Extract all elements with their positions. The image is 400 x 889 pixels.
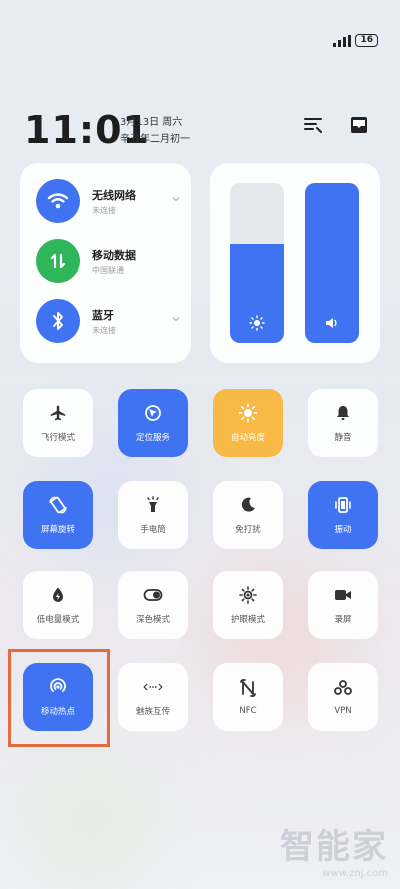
- tile-label: 自动亮度: [230, 433, 265, 443]
- slider-panel: [210, 163, 380, 363]
- tile-label: 低电量模式: [36, 615, 80, 625]
- tile-label: 免打扰: [235, 525, 261, 535]
- highlight-box: [8, 649, 110, 747]
- clock-date: 3月13日 周六 辛丑年二月初一: [120, 114, 190, 148]
- edit-list-icon[interactable]: [302, 114, 324, 136]
- rotate-icon: [48, 495, 68, 515]
- bluetooth-toggle[interactable]: 蓝牙 未连接: [36, 299, 180, 343]
- bell-icon: [333, 403, 353, 423]
- tile-label: 护眼模式: [230, 615, 265, 625]
- tile-label: VPN: [334, 706, 352, 716]
- tile-label: 手电筒: [140, 525, 166, 535]
- sun-icon: [238, 403, 258, 423]
- vpn-icon: [333, 678, 353, 698]
- bluetooth-label: 蓝牙: [92, 308, 114, 322]
- background-blob: [30, 760, 150, 880]
- share-icon: [143, 677, 163, 697]
- tile-moon[interactable]: 免打扰: [213, 481, 283, 549]
- lunar-date-text: 辛丑年二月初一: [120, 134, 190, 145]
- wifi-label: 无线网络: [92, 188, 136, 202]
- bluetooth-icon: [36, 299, 80, 343]
- nfc-icon: [238, 678, 258, 698]
- mobile-data-toggle[interactable]: 移动数据 中国联通: [36, 239, 136, 283]
- watermark: 智能家 www.znj.com: [280, 819, 388, 879]
- tile-label: 定位服务: [135, 433, 170, 443]
- tile-vpn[interactable]: VPN: [308, 663, 378, 731]
- mobile-data-label: 移动数据: [92, 248, 136, 262]
- mobile-data-icon: [36, 239, 80, 283]
- chevron-down-icon[interactable]: [172, 195, 180, 203]
- inbox-icon[interactable]: [348, 114, 370, 136]
- volume-icon: [326, 318, 337, 328]
- tile-vibrate[interactable]: 振动: [308, 481, 378, 549]
- tile-label: 振动: [334, 525, 352, 535]
- tile-rotate[interactable]: 屏幕旋转: [23, 481, 93, 549]
- vibrate-icon: [333, 495, 353, 515]
- tile-label: 飞行模式: [40, 433, 75, 443]
- tile-label: 魅族互传: [135, 707, 170, 717]
- brightness-slider[interactable]: [230, 183, 284, 343]
- airplane-icon: [48, 403, 68, 423]
- wifi-icon: [36, 179, 80, 223]
- volume-slider[interactable]: [305, 183, 359, 343]
- tile-label: NFC: [239, 706, 257, 716]
- tile-nfc[interactable]: NFC: [213, 663, 283, 731]
- sun-icon: [249, 315, 265, 331]
- wifi-status: 未连接: [92, 205, 116, 215]
- tile-bell[interactable]: 静音: [308, 389, 378, 457]
- tile-record-screen[interactable]: 录屏: [308, 571, 378, 639]
- tile-flashlight[interactable]: 手电筒: [118, 481, 188, 549]
- battery-icon: 16: [355, 34, 378, 47]
- dark-mode-icon: [143, 585, 163, 605]
- status-bar: 16: [333, 34, 378, 47]
- tile-label: 屏幕旋转: [40, 525, 75, 535]
- tile-label: 深色模式: [135, 615, 170, 625]
- bluetooth-status: 未连接: [92, 325, 116, 335]
- battery-saver-icon: [48, 585, 68, 605]
- signal-icon: [333, 34, 352, 47]
- tile-sun[interactable]: 自动亮度: [213, 389, 283, 457]
- network-panel: 无线网络 未连接 移动数据 中国联通 蓝牙 未连接: [20, 163, 191, 363]
- eye-care-icon: [238, 585, 258, 605]
- mobile-data-carrier: 中国联通: [92, 265, 124, 275]
- tile-label: 录屏: [334, 615, 352, 625]
- tile-location[interactable]: 定位服务: [118, 389, 188, 457]
- tile-label: 静音: [334, 433, 352, 443]
- wifi-toggle[interactable]: 无线网络 未连接: [36, 179, 180, 223]
- record-screen-icon: [333, 585, 353, 605]
- chevron-down-icon[interactable]: [172, 315, 180, 323]
- tile-share[interactable]: 魅族互传: [118, 663, 188, 731]
- tile-airplane[interactable]: 飞行模式: [23, 389, 93, 457]
- flashlight-icon: [143, 495, 163, 515]
- location-icon: [143, 403, 163, 423]
- tile-eye-care[interactable]: 护眼模式: [213, 571, 283, 639]
- date-text: 3月13日 周六: [120, 117, 183, 128]
- moon-icon: [238, 495, 258, 515]
- tile-battery-saver[interactable]: 低电量模式: [23, 571, 93, 639]
- tile-dark-mode[interactable]: 深色模式: [118, 571, 188, 639]
- watermark-title: 智能家: [280, 827, 388, 867]
- watermark-url: www.znj.com: [322, 868, 388, 879]
